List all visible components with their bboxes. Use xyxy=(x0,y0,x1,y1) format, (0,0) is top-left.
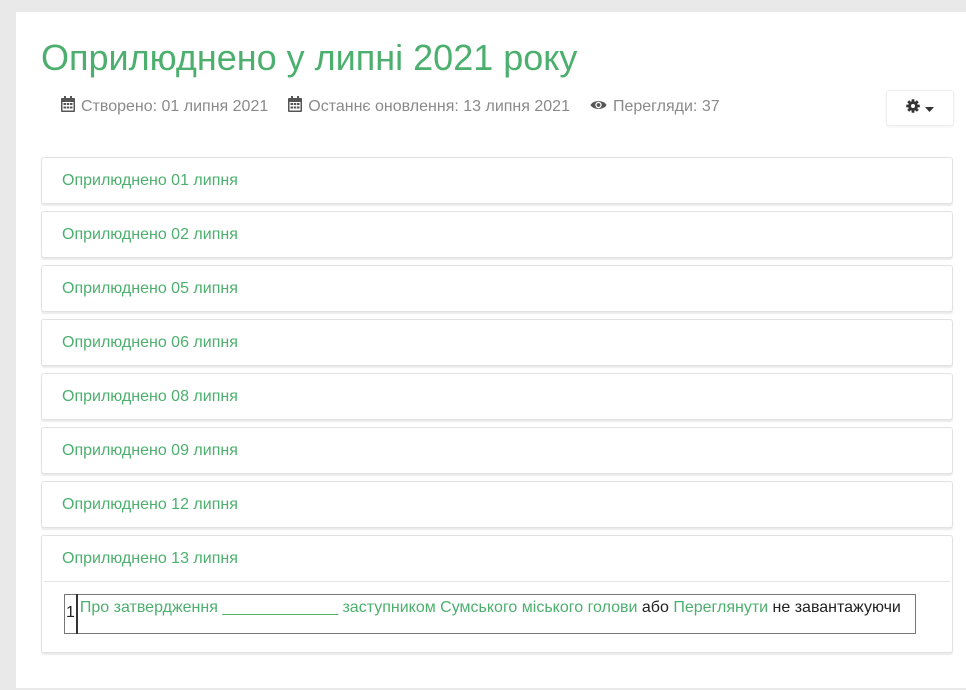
document-cell: Про затвердження _____________ заступник… xyxy=(76,594,916,634)
gear-icon xyxy=(906,98,920,118)
created-text: Створено: 01 липня 2021 xyxy=(81,97,269,115)
article-meta: Створено: 01 липня 2021 Останнє оновленн… xyxy=(61,96,740,117)
accordion-toggle-09[interactable]: Оприлюднено 09 липня xyxy=(42,428,952,473)
calendar-icon xyxy=(61,96,81,117)
no-download-text: не завантажуючи xyxy=(768,599,901,616)
table-row: 1 Про затвердження _____________ заступн… xyxy=(63,594,916,634)
accordion-item: Оприлюднено 12 липня xyxy=(41,481,953,528)
view-link[interactable]: Переглянути xyxy=(673,599,768,616)
article-tools-button[interactable] xyxy=(886,90,954,126)
accordion-item: Оприлюднено 05 липня xyxy=(41,265,953,312)
accordion-toggle-12[interactable]: Оприлюднено 12 липня xyxy=(42,482,952,527)
accordion-toggle-05[interactable]: Оприлюднено 05 липня xyxy=(42,266,952,311)
row-number: 1 xyxy=(63,594,78,634)
accordion-item: Оприлюднено 08 липня xyxy=(41,373,953,420)
accordion-item: Оприлюднено 09 липня xyxy=(41,427,953,474)
page-container: Оприлюднено у липні 2021 року Створено: … xyxy=(16,12,966,688)
accordion-item-expanded: Оприлюднено 13 липня 1 Про затвердження … xyxy=(41,535,953,653)
document-link[interactable]: Про затвердження _____________ заступник… xyxy=(80,599,638,616)
accordion-toggle-01[interactable]: Оприлюднено 01 липня xyxy=(42,158,952,203)
accordion-toggle-02[interactable]: Оприлюднено 02 липня xyxy=(42,212,952,257)
accordion-item: Оприлюднено 02 липня xyxy=(41,211,953,258)
caret-down-icon xyxy=(925,99,934,117)
eye-icon xyxy=(590,98,613,116)
or-text: або xyxy=(637,599,674,616)
created-info: Створено: 01 липня 2021 xyxy=(61,96,268,117)
documents-table: 1 Про затвердження _____________ заступн… xyxy=(63,594,916,634)
page-title: Оприлюднено у липні 2021 року xyxy=(41,37,578,78)
accordion-content: 1 Про затвердження _____________ заступн… xyxy=(44,581,950,650)
updated-info: Останнє оновлення: 13 липня 2021 xyxy=(288,96,570,117)
accordion-toggle-13[interactable]: Оприлюднено 13 липня xyxy=(42,536,952,581)
accordion-item: Оприлюднено 01 липня xyxy=(41,157,953,204)
accordion-toggle-08[interactable]: Оприлюднено 08 липня xyxy=(42,374,952,419)
views-info: Перегляди: 37 xyxy=(590,98,720,116)
publications-accordion: Оприлюднено 01 липня Оприлюднено 02 липн… xyxy=(41,157,953,660)
updated-text: Останнє оновлення: 13 липня 2021 xyxy=(308,97,570,115)
accordion-toggle-06[interactable]: Оприлюднено 06 липня xyxy=(42,320,952,365)
accordion-item: Оприлюднено 06 липня xyxy=(41,319,953,366)
views-text: Перегляди: 37 xyxy=(612,97,720,115)
calendar-icon xyxy=(288,96,308,117)
